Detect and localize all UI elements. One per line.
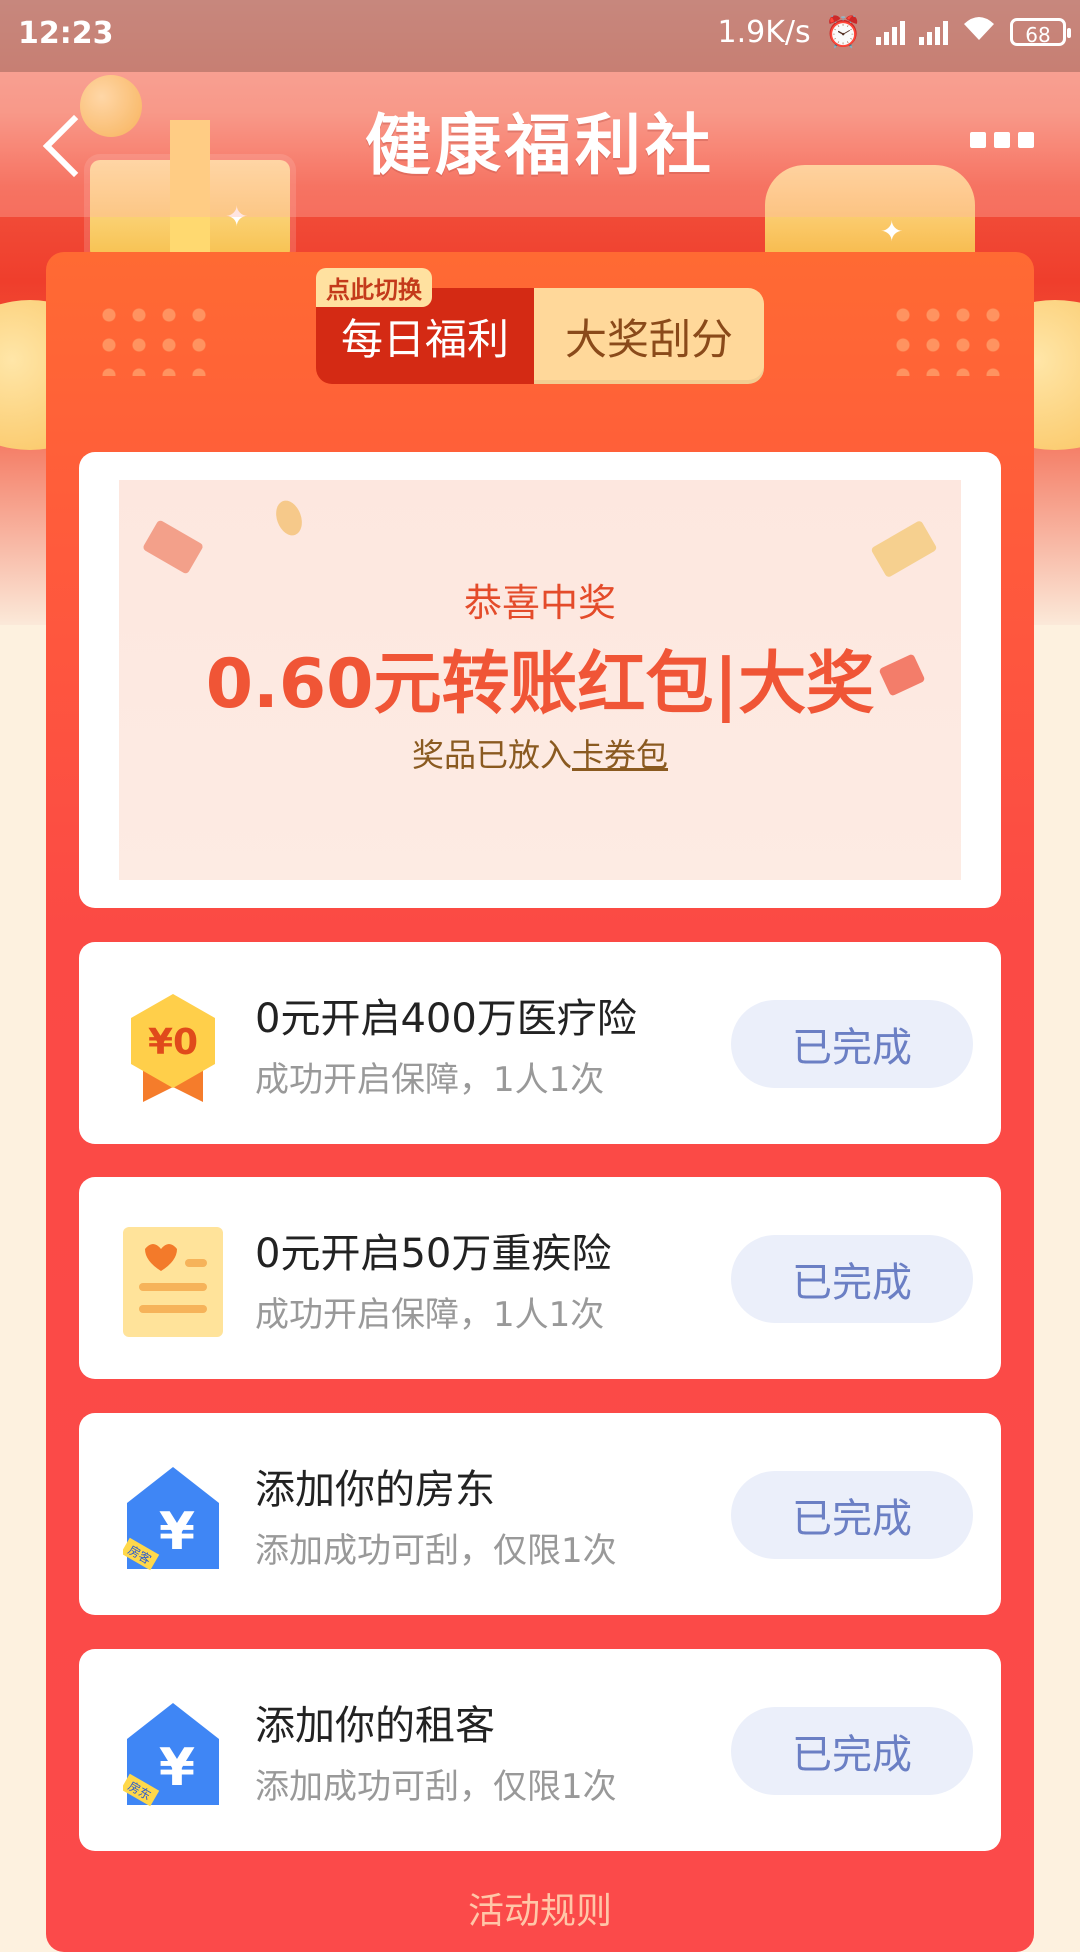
tab-prize-scratch[interactable]: 大奖刮分 [534, 288, 764, 384]
status-time: 12:23 [18, 16, 114, 51]
task-completed-button[interactable]: 已完成 [731, 1707, 973, 1795]
svg-text:¥0: ¥0 [148, 1022, 198, 1063]
network-speed: 1.9K/s [717, 14, 811, 50]
more-icon[interactable] [970, 132, 1034, 148]
status-bar: 12:23 1.9K/s ⏰ 68 [0, 0, 1080, 72]
task-name: 0元开启50万重疾险 [255, 1231, 612, 1277]
ticket-decoration [870, 519, 938, 579]
battery-icon: 68 [1010, 18, 1071, 47]
task-row: ¥ 房客 添加你的房东 添加成功可刮，仅限1次 已完成 [79, 1413, 1001, 1615]
task-row: ¥0 0元开启400万医疗险 成功开启保障，1人1次 已完成 [79, 942, 1001, 1144]
badge-zero-icon: ¥0 [123, 992, 223, 1102]
task-name: 添加你的租客 [255, 1703, 495, 1749]
prize-note-text: 奖品已放入 [411, 736, 572, 774]
signal-icon [919, 19, 948, 45]
prize-banner: 恭喜中奖 0.60元转账红包|大奖 奖品已放入卡券包 [119, 480, 961, 880]
card-wallet-link[interactable]: 卡券包 [572, 736, 668, 774]
house-yuan-icon: ¥ 房东 [120, 1699, 223, 1809]
task-completed-button[interactable]: 已完成 [731, 1000, 973, 1088]
mode-toggle: 每日福利 大奖刮分 点此切换 [316, 268, 764, 384]
coin-decoration [271, 496, 307, 540]
status-icons: 1.9K/s ⏰ 68 [717, 14, 1071, 50]
sparkle-icon: ✦ [880, 215, 904, 248]
task-row: ¥ 房东 添加你的租客 添加成功可刮，仅限1次 已完成 [79, 1649, 1001, 1851]
task-description: 成功开启保障，1人1次 [255, 1295, 605, 1335]
page-title: 健康福利社 [365, 107, 715, 184]
nav-bar: 健康福利社 [0, 72, 1080, 217]
task-row: 0元开启50万重疾险 成功开启保障，1人1次 已完成 [79, 1177, 1001, 1379]
dots-decoration [94, 300, 210, 376]
prize-card: 恭喜中奖 0.60元转账红包|大奖 奖品已放入卡券包 [79, 452, 1001, 908]
heart-document-icon [123, 1227, 223, 1337]
task-completed-button[interactable]: 已完成 [731, 1235, 973, 1323]
task-description: 添加成功可刮，仅限1次 [255, 1531, 617, 1571]
activity-rules-link[interactable]: 活动规则 [46, 1882, 1034, 1934]
signal-icon [876, 19, 905, 45]
house-yuan-icon: ¥ 房客 [120, 1463, 223, 1573]
svg-text:¥: ¥ [159, 1738, 195, 1798]
dots-decoration [888, 300, 1004, 376]
main-panel: 每日福利 大奖刮分 点此切换 恭喜中奖 0.60元转账红包|大奖 奖品已放入卡券… [46, 252, 1034, 1952]
svg-text:¥: ¥ [159, 1502, 195, 1562]
switch-tip-badge: 点此切换 [316, 268, 432, 307]
wifi-icon [962, 14, 996, 50]
ticket-decoration [141, 519, 205, 575]
task-completed-button[interactable]: 已完成 [731, 1471, 973, 1559]
prize-note: 奖品已放入卡券包 [119, 730, 961, 776]
task-description: 成功开启保障，1人1次 [255, 1060, 605, 1100]
alarm-icon: ⏰ [824, 14, 862, 50]
task-name: 0元开启400万医疗险 [255, 996, 637, 1042]
prize-amount: 0.60元转账红包|大奖 [205, 645, 875, 724]
task-name: 添加你的房东 [255, 1467, 495, 1513]
prize-title: 恭喜中奖 [463, 581, 616, 625]
task-description: 添加成功可刮，仅限1次 [255, 1767, 617, 1807]
